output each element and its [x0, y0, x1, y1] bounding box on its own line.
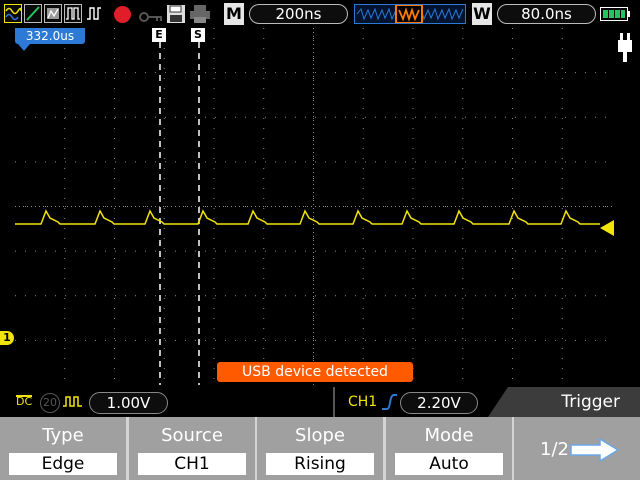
edge-marker-e[interactable]: E — [152, 28, 166, 42]
trigger-level-value[interactable]: 2.20V — [400, 392, 478, 414]
menu-item-value[interactable]: Auto — [395, 453, 503, 475]
tune-icon[interactable] — [86, 5, 102, 21]
menu-item-label: Type — [42, 425, 84, 446]
edge-marker-s[interactable]: S — [191, 28, 205, 42]
fft-icon[interactable] — [44, 4, 62, 23]
graticule — [15, 28, 612, 385]
window-timebase-label: W — [472, 3, 492, 25]
menu-item-slope[interactable]: Slope Rising — [257, 417, 383, 480]
menu-item-value[interactable]: Edge — [9, 453, 117, 475]
menu-title: Trigger — [508, 387, 640, 417]
waveform-small-icon — [62, 394, 84, 410]
main-timebase-value[interactable]: 200ns — [249, 4, 348, 24]
menu-page-label: 1/2 — [540, 439, 569, 460]
record-icon[interactable] — [114, 6, 131, 23]
pulse-icon[interactable] — [64, 4, 82, 23]
coupling-indicator[interactable]: DC — [16, 393, 36, 413]
volts-per-div-value[interactable]: 1.00V — [89, 392, 168, 414]
menu-item-label: Slope — [295, 425, 345, 446]
status-divider — [333, 387, 335, 417]
waveform-icon[interactable] — [4, 4, 22, 23]
arrow-right-icon — [570, 437, 620, 463]
save-icon[interactable] — [166, 4, 186, 24]
menu-item-value[interactable]: Rising — [266, 453, 374, 475]
menu-page-button[interactable]: 1/2 — [514, 417, 640, 480]
ch1-trace — [15, 209, 600, 225]
softkey-menu: Type Edge Source CH1 Slope Rising Mode A… — [0, 417, 640, 480]
menu-item-label: Mode — [424, 425, 474, 446]
window-timebase-value[interactable]: 80.0ns — [497, 4, 596, 24]
rising-edge-icon — [380, 393, 398, 411]
main-timebase-label: M — [224, 3, 244, 25]
trigger-level-marker-icon[interactable] — [600, 220, 614, 236]
time-offset-arrow-icon — [18, 44, 30, 51]
usb-notification: USB device detected — [217, 362, 413, 382]
trigger-source-label: CH1 — [348, 394, 378, 410]
menu-item-label: Source — [161, 425, 223, 446]
ch1-ground-marker[interactable]: 1 — [0, 331, 14, 345]
waveform-display[interactable] — [15, 28, 612, 385]
menu-item-mode[interactable]: Mode Auto — [386, 417, 512, 480]
top-toolbar: M 200ns W 80.0ns — [0, 0, 640, 28]
usb-plug-icon — [614, 30, 636, 64]
bandwidth-limit-icon[interactable]: 20 — [40, 393, 60, 413]
math-icon[interactable] — [24, 4, 42, 23]
menu-item-value[interactable]: CH1 — [138, 453, 246, 475]
time-offset-marker[interactable]: 332.0us — [15, 28, 85, 44]
menu-item-type[interactable]: Type Edge — [0, 417, 126, 480]
battery-icon — [600, 7, 630, 21]
coupling-label: DC — [16, 395, 33, 408]
key-icon — [139, 8, 163, 22]
print-icon[interactable] — [189, 4, 211, 24]
waveform-overview[interactable] — [354, 4, 466, 24]
trigger-tab-corner — [488, 387, 508, 417]
menu-item-source[interactable]: Source CH1 — [129, 417, 255, 480]
